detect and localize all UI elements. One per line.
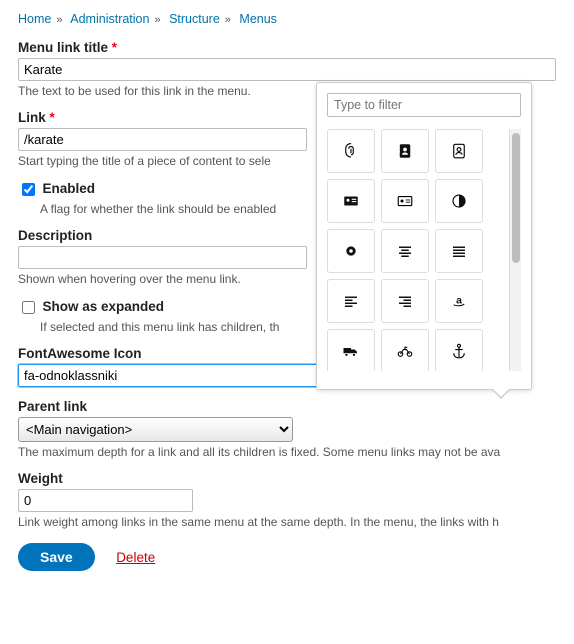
breadcrumb: Home» Administration» Structure» Menus xyxy=(18,12,556,26)
save-button[interactable]: Save xyxy=(18,543,95,571)
delete-link[interactable]: Delete xyxy=(116,550,155,565)
bc-menus[interactable]: Menus xyxy=(239,12,277,26)
description-input[interactable] xyxy=(18,246,307,269)
bc-admin[interactable]: Administration xyxy=(70,12,149,26)
icon-popup-scrollbar[interactable] xyxy=(509,129,521,371)
bc-home[interactable]: Home xyxy=(18,12,51,26)
enabled-label: Enabled xyxy=(42,181,95,196)
icon-grid: a xyxy=(327,129,521,371)
align-right-icon[interactable] xyxy=(381,279,429,323)
bc-structure[interactable]: Structure xyxy=(169,12,220,26)
icon-filter-input[interactable] xyxy=(327,93,521,117)
parent-link-select[interactable]: <Main navigation> xyxy=(18,417,293,442)
menu-link-title-input[interactable] xyxy=(18,58,556,81)
field-weight: Weight Link weight among links in the sa… xyxy=(18,471,556,529)
truck-icon[interactable] xyxy=(327,329,375,371)
parent-link-help: The maximum depth for a link and all its… xyxy=(18,445,556,459)
icon-picker-popup: a xyxy=(316,82,532,390)
motorcycle-icon[interactable] xyxy=(381,329,429,371)
id-card-icon[interactable] xyxy=(327,179,375,223)
link-input[interactable] xyxy=(18,128,307,151)
field-parent-link: Parent link <Main navigation> The maximu… xyxy=(18,399,556,459)
menu-link-title-label: Menu link title * xyxy=(18,40,556,55)
align-left-icon[interactable] xyxy=(327,279,375,323)
weight-help: Link weight among links in the same menu… xyxy=(18,515,556,529)
address-book-outline-icon[interactable] xyxy=(435,129,483,173)
parent-link-label: Parent link xyxy=(18,399,556,414)
address-book-bold-icon[interactable] xyxy=(381,129,429,173)
id-badge-icon[interactable] xyxy=(381,179,429,223)
show-expanded-label: Show as expanded xyxy=(42,299,164,314)
enabled-checkbox[interactable] xyxy=(22,183,35,196)
form-actions: Save Delete xyxy=(18,543,556,571)
show-expanded-checkbox[interactable] xyxy=(22,301,35,314)
align-justify-icon[interactable] xyxy=(435,229,483,273)
anchor-icon[interactable] xyxy=(435,329,483,371)
align-center-icon[interactable] xyxy=(381,229,429,273)
fingerprint-icon[interactable] xyxy=(327,129,375,173)
dot-circle-icon[interactable] xyxy=(327,229,375,273)
svg-text:a: a xyxy=(456,294,462,306)
weight-input[interactable] xyxy=(18,489,193,512)
amazon-icon[interactable]: a xyxy=(435,279,483,323)
contrast-circle-icon[interactable] xyxy=(435,179,483,223)
weight-label: Weight xyxy=(18,471,556,486)
